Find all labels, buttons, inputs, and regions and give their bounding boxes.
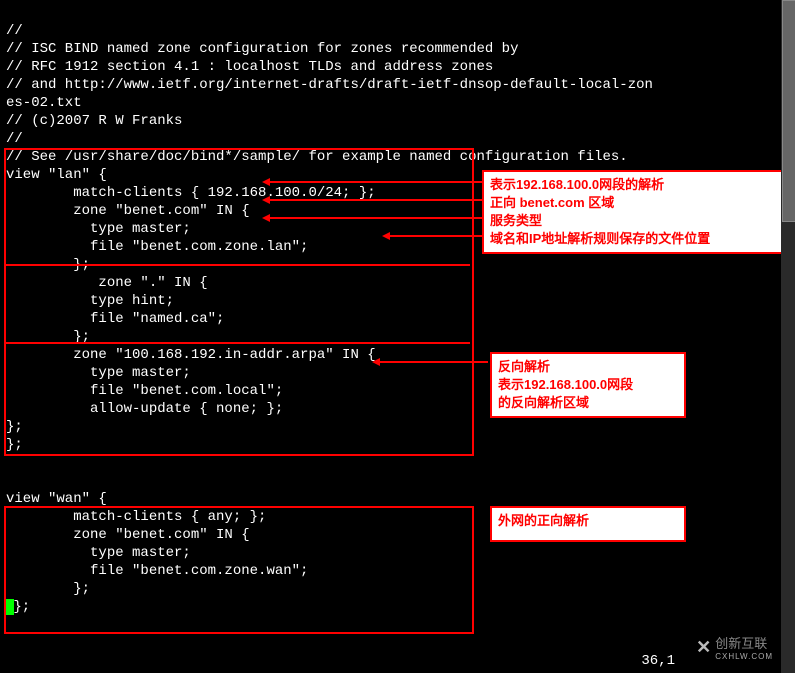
code-line: es-02.txt: [6, 95, 82, 111]
watermark-cn: 创新互联: [715, 633, 773, 652]
code-line: view "lan" {: [6, 167, 107, 183]
annotation-text: 服务类型: [490, 212, 782, 230]
annotation-box-wan: 外网的正向解析: [490, 506, 686, 542]
code-line: type master;: [6, 365, 191, 381]
code-line: file "benet.com.local";: [6, 383, 283, 399]
annotation-box-reverse: 反向解析 表示192.168.100.0网段 的反向解析区域: [490, 352, 686, 418]
code-line: match-clients { any; };: [6, 509, 266, 525]
code-line: //: [6, 23, 23, 39]
code-line: };: [6, 437, 23, 453]
code-line: file "named.ca";: [6, 311, 224, 327]
annotation-text: 外网的正向解析: [498, 512, 678, 530]
annotation-text: 正向 benet.com 区域: [490, 194, 782, 212]
code-line: zone "benet.com" IN {: [6, 527, 250, 543]
code-line: // ISC BIND named zone configuration for…: [6, 41, 518, 57]
annotation-text: 域名和IP地址解析规则保存的文件位置: [490, 230, 782, 248]
code-line: zone "benet.com" IN {: [6, 203, 250, 219]
annotation-text: 表示192.168.100.0网段的解析: [490, 176, 782, 194]
watermark: ✕ 创新互联 CXHLW.COM: [696, 633, 773, 661]
annotation-text: 表示192.168.100.0网段: [498, 376, 678, 394]
code-line: zone "100.168.192.in-addr.arpa" IN {: [6, 347, 376, 363]
code-line: type master;: [6, 545, 191, 561]
code-line: // See /usr/share/doc/bind*/sample/ for …: [6, 149, 628, 165]
code-line: zone "." IN {: [6, 275, 208, 291]
annotation-text: 反向解析: [498, 358, 678, 376]
code-line: //: [6, 131, 23, 147]
watermark-logo-icon: ✕: [696, 637, 711, 658]
code-line: view "wan" {: [6, 491, 107, 507]
code-line: file "benet.com.zone.lan";: [6, 239, 308, 255]
scrollbar-track[interactable]: [781, 0, 795, 673]
annotation-text: 的反向解析区域: [498, 394, 678, 412]
vim-position: 36,1: [641, 653, 675, 669]
code-line: type hint;: [6, 293, 174, 309]
code-line: file "benet.com.zone.wan";: [6, 563, 308, 579]
divider-line: [4, 342, 470, 344]
code-line: // (c)2007 R W Franks: [6, 113, 182, 129]
code-line: // RFC 1912 section 4.1 : localhost TLDs…: [6, 59, 493, 75]
annotation-box-forward: 表示192.168.100.0网段的解析 正向 benet.com 区域 服务类…: [482, 170, 790, 254]
divider-line: [4, 264, 470, 266]
code-line: };: [6, 419, 23, 435]
scrollbar-thumb[interactable]: [782, 0, 795, 222]
code-line: // and http://www.ietf.org/internet-draf…: [6, 77, 653, 93]
code-line: match-clients { 192.168.100.0/24; };: [6, 185, 376, 201]
code-line: type master;: [6, 221, 191, 237]
code-line: };: [6, 581, 90, 597]
code-line: };: [13, 599, 30, 615]
code-line: allow-update { none; };: [6, 401, 283, 417]
watermark-en: CXHLW.COM: [715, 652, 773, 661]
